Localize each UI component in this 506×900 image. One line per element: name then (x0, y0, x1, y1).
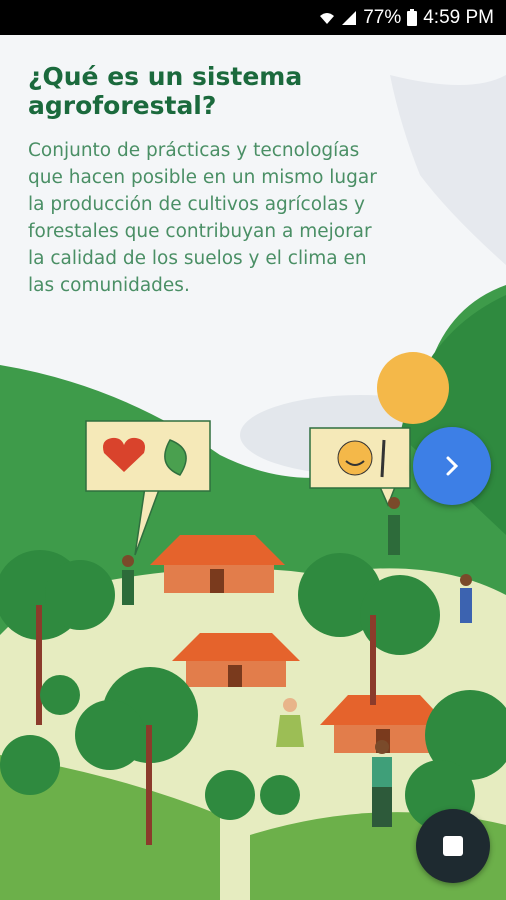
wifi-icon (320, 12, 335, 24)
stop-icon (443, 836, 463, 856)
next-button[interactable] (413, 427, 491, 505)
stop-button[interactable] (416, 809, 490, 883)
onboarding-slide: ¿Qué es un sistema agroforestal? Conjunt… (0, 35, 506, 900)
battery-icon (407, 9, 418, 26)
status-bar: 77% 4:59 PM (0, 0, 506, 35)
chevron-right-icon (446, 456, 459, 476)
signal-icon (342, 10, 357, 25)
description-text: Conjunto de prácticas y tecnologías que … (28, 140, 377, 296)
clock: 4:59 PM (423, 6, 494, 28)
sun (377, 352, 449, 424)
smile-icon (337, 440, 373, 476)
page-title: ¿Qué es un sistema agroforestal? (28, 62, 303, 120)
battery-percent: 77% (363, 6, 402, 28)
